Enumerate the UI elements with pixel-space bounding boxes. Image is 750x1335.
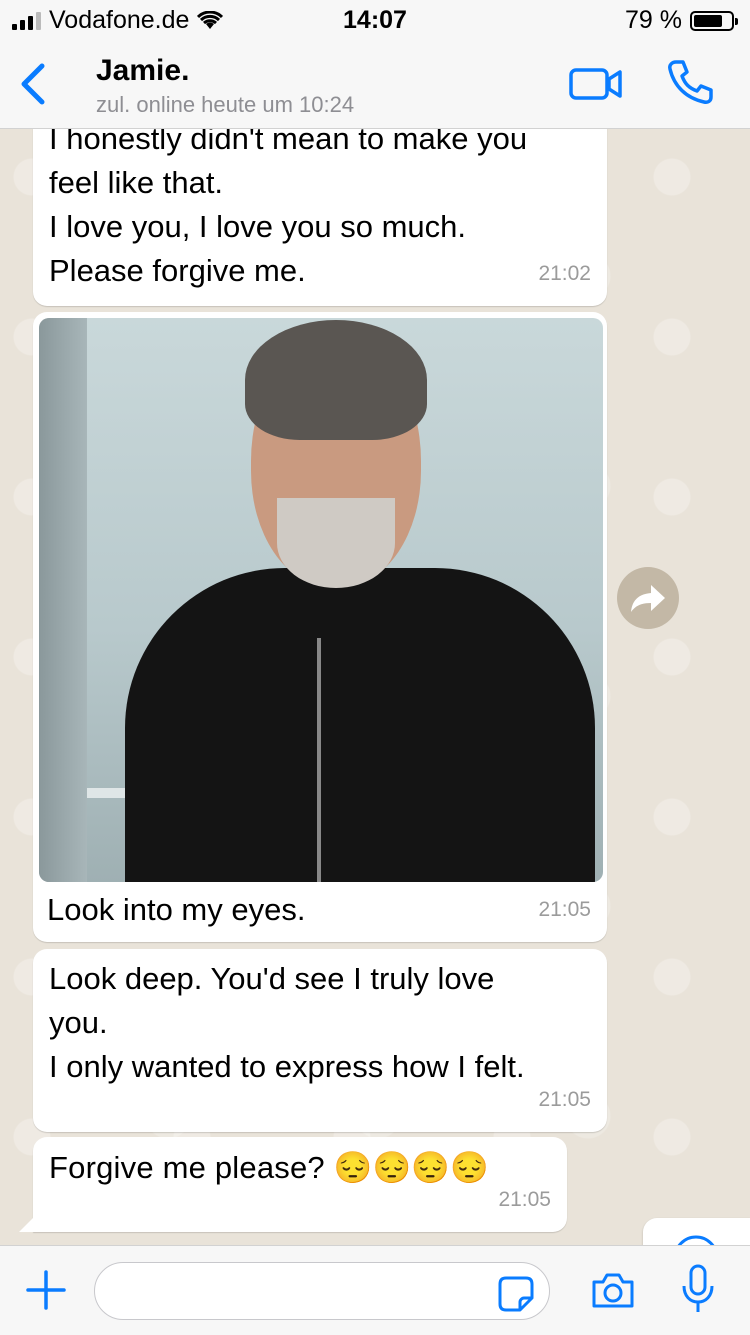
- microphone-icon[interactable]: [680, 1264, 716, 1316]
- message-line: you.: [49, 1005, 108, 1040]
- message-line: I honestly didn't mean to make you: [49, 129, 528, 156]
- chat-header: Jamie. zul. online heute um 10:24: [0, 40, 750, 129]
- message-input[interactable]: [115, 1271, 499, 1313]
- message-line: feel like that.: [49, 165, 224, 200]
- message-line: Look deep. You'd see I truly love: [49, 961, 495, 996]
- message-input-wrapper[interactable]: [94, 1262, 550, 1320]
- input-bar: [0, 1245, 750, 1335]
- message-text: Forgive me please? 😔😔😔😔: [49, 1150, 489, 1185]
- chevron-down-icon: [677, 1235, 715, 1245]
- status-bar: Vodafone.de 14:07 79 %: [0, 0, 750, 40]
- chevron-left-icon[interactable]: [14, 58, 54, 110]
- message-bubble[interactable]: Forgive me please? 😔😔😔😔 21:05: [19, 1137, 567, 1232]
- contact-name[interactable]: Jamie.: [96, 54, 189, 88]
- battery-percent: 79 %: [625, 6, 682, 34]
- camera-icon[interactable]: [590, 1270, 636, 1310]
- phone-icon[interactable]: [666, 58, 714, 106]
- message-line: Please forgive me.: [49, 253, 306, 288]
- status-right: 79 %: [625, 6, 738, 35]
- message-time: 21:02: [538, 262, 591, 285]
- forward-icon: [631, 585, 665, 612]
- message-bubble[interactable]: I honestly didn't mean to make you feel …: [33, 129, 607, 306]
- chat-area[interactable]: I honestly didn't mean to make you feel …: [0, 129, 750, 1245]
- scroll-to-bottom-button[interactable]: [643, 1218, 750, 1245]
- forward-button[interactable]: [617, 567, 679, 629]
- battery-icon: [690, 10, 738, 31]
- message-line: I only wanted to express how I felt.: [49, 1049, 525, 1084]
- message-time: 21:05: [538, 1088, 591, 1111]
- sticker-icon[interactable]: [496, 1274, 536, 1314]
- contact-last-seen: zul. online heute um 10:24: [96, 92, 355, 117]
- bubble-tail: [19, 1216, 35, 1232]
- photo[interactable]: [39, 318, 603, 882]
- photo-caption: Look into my eyes.: [47, 892, 306, 927]
- message-line: I love you, I love you so much.: [49, 209, 466, 244]
- video-call-icon[interactable]: [568, 64, 624, 104]
- photo-message[interactable]: Look into my eyes. 21:05: [33, 312, 607, 942]
- message-time: 21:05: [538, 898, 591, 921]
- message-time: 21:05: [498, 1188, 551, 1211]
- plus-icon[interactable]: [26, 1270, 66, 1310]
- message-bubble[interactable]: Look deep. You'd see I truly love you. I…: [33, 949, 607, 1132]
